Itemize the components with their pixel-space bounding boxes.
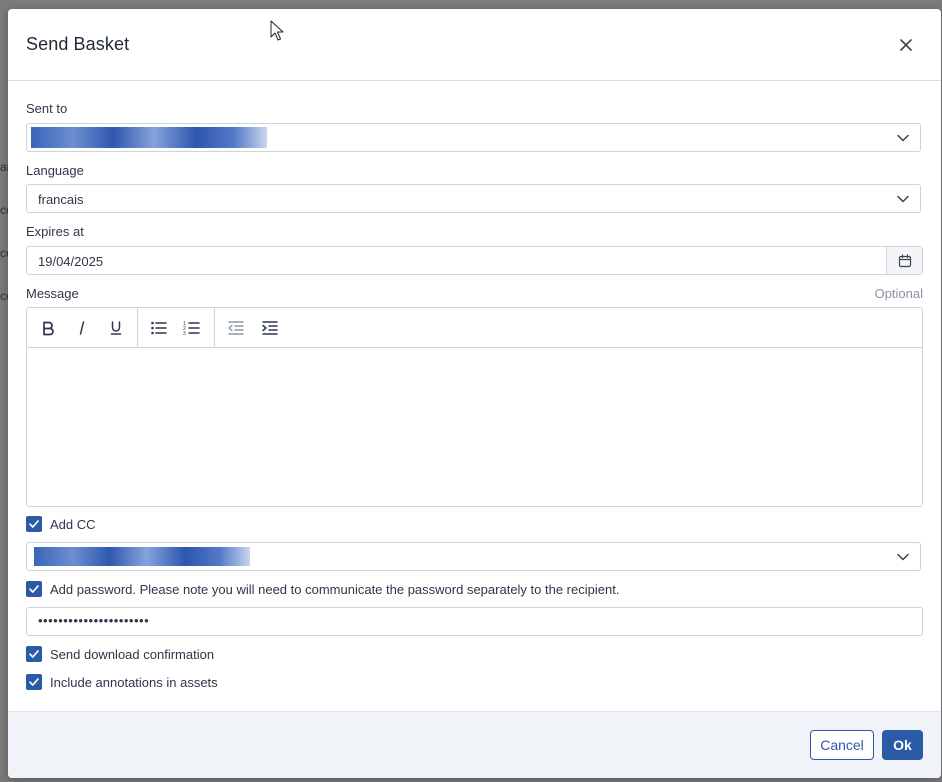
add-password-label: Add password. Please note you will need … <box>50 581 620 597</box>
add-password-option: Add password. Please note you will need … <box>26 580 619 598</box>
date-picker-button[interactable] <box>886 247 922 274</box>
dialog-footer: Cancel Ok <box>8 711 941 778</box>
include-annotations-label: Include annotations in assets <box>50 674 218 690</box>
cancel-button[interactable]: Cancel <box>810 730 874 760</box>
checkmark-icon <box>29 650 39 658</box>
svg-text:3: 3 <box>183 331 186 336</box>
underline-button[interactable] <box>106 318 126 338</box>
close-button[interactable] <box>892 33 920 57</box>
add-cc-option: Add CC <box>26 515 96 533</box>
cc-redacted-value <box>34 547 250 566</box>
background-text-fragment: ce <box>0 289 8 303</box>
dialog-header: Send Basket <box>8 9 941 81</box>
bulleted-list-icon <box>151 321 167 335</box>
chevron-down-icon <box>897 134 909 142</box>
indent-icon <box>262 321 278 335</box>
message-label: Message <box>26 286 79 301</box>
include-annotations-option: Include annotations in assets <box>26 673 218 691</box>
background-text-fragment: ar <box>0 160 8 174</box>
indent-button[interactable] <box>260 318 280 338</box>
mouse-pointer-icon <box>270 20 284 41</box>
sent-to-redacted-value <box>31 127 267 148</box>
message-editor[interactable]: 1 2 3 <box>26 307 923 507</box>
bold-icon <box>43 321 54 336</box>
add-password-checkbox[interactable] <box>26 581 42 597</box>
calendar-icon <box>898 253 911 267</box>
download-confirmation-label: Send download confirmation <box>50 646 215 662</box>
expires-at-label: Expires at <box>26 224 84 239</box>
checkmark-icon <box>29 585 39 593</box>
expires-at-input[interactable]: 19/04/2025 <box>26 246 923 275</box>
download-confirmation-checkbox[interactable] <box>26 646 42 662</box>
sent-to-label: Sent to <box>26 101 68 116</box>
outdent-icon <box>228 321 244 335</box>
chevron-down-icon <box>897 553 909 561</box>
close-icon <box>900 39 912 51</box>
cc-recipient-select[interactable] <box>26 542 921 571</box>
bold-button[interactable] <box>38 318 58 338</box>
optional-hint: Optional <box>874 286 923 301</box>
download-confirmation-option: Send download confirmation <box>26 645 214 663</box>
background-text-fragment: ce <box>0 203 8 217</box>
outdent-button[interactable] <box>226 318 246 338</box>
underline-icon <box>110 321 122 335</box>
checkmark-icon <box>29 520 39 528</box>
italic-icon <box>79 321 85 335</box>
language-label: Language <box>26 163 84 178</box>
toolbar-separator <box>214 308 215 347</box>
include-annotations-checkbox[interactable] <box>26 674 42 690</box>
toolbar-separator <box>137 308 138 347</box>
numbered-list-icon: 1 2 3 <box>183 321 200 336</box>
sent-to-select[interactable] <box>26 123 921 152</box>
italic-button[interactable] <box>72 318 92 338</box>
background-text-fragment: ce <box>0 246 8 260</box>
add-cc-checkbox[interactable] <box>26 516 42 532</box>
ok-button[interactable]: Ok <box>882 730 923 760</box>
bulleted-list-button[interactable] <box>149 318 169 338</box>
send-basket-dialog: Send Basket Sent to Language francais Ex… <box>8 9 941 778</box>
dialog-title: Send Basket <box>26 34 130 54</box>
language-value: francais <box>38 192 84 207</box>
add-cc-label: Add CC <box>50 516 96 532</box>
language-select[interactable]: francais <box>26 184 921 213</box>
checkmark-icon <box>29 678 39 686</box>
numbered-list-button[interactable]: 1 2 3 <box>182 318 202 338</box>
password-input[interactable]: •••••••••••••••••••••• <box>26 607 923 636</box>
chevron-down-icon <box>897 195 909 203</box>
expires-at-value: 19/04/2025 <box>38 254 104 269</box>
password-value: •••••••••••••••••••••• <box>38 613 150 628</box>
editor-toolbar: 1 2 3 <box>27 308 922 348</box>
